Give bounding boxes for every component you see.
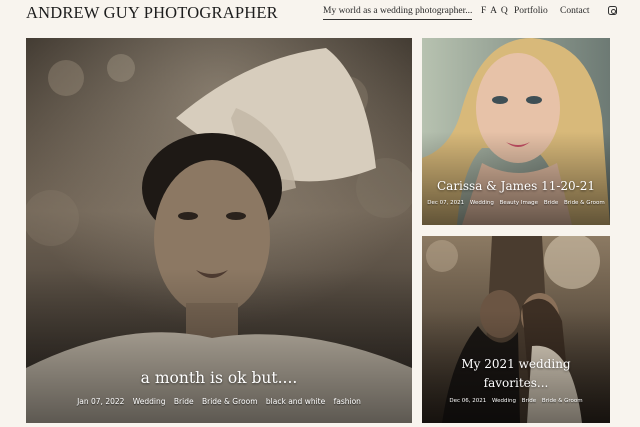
post-meta: Jan 07, 2022 Wedding Bride Bride & Groom…	[26, 397, 412, 406]
site-header: ANDREW GUY PHOTOGRAPHER My world as a we…	[0, 0, 640, 30]
post-tag[interactable]: Bride & Groom	[202, 397, 258, 406]
instagram-icon[interactable]	[608, 6, 617, 15]
post-date: Dec 06, 2021	[449, 398, 487, 404]
post-title[interactable]: a month is ok but....	[26, 369, 412, 387]
site-title[interactable]: ANDREW GUY PHOTOGRAPHER	[26, 3, 278, 23]
post-tag[interactable]: Wedding	[133, 397, 166, 406]
post-tag[interactable]: Bride	[174, 397, 194, 406]
nav-item-contact[interactable]: Contact	[560, 6, 590, 16]
post-photo-bride-portrait	[422, 38, 610, 225]
post-title[interactable]: Carissa & James 11-20-21	[422, 179, 610, 193]
nav-item-portfolio[interactable]: Portfolio	[514, 6, 548, 16]
post-date: Dec 07, 2021	[427, 200, 465, 206]
nav-item-my-world[interactable]: My world as a wedding photographer...	[323, 6, 473, 20]
post-tag[interactable]: fashion	[334, 397, 361, 406]
post-photo-couple-kiss	[422, 236, 610, 423]
post-tag[interactable]: Beauty Image	[500, 200, 538, 206]
nav-item-faq[interactable]: F A Q	[481, 6, 509, 16]
post-card[interactable]: My 2021 wedding favorites... Dec 06, 202…	[422, 236, 610, 423]
post-photo-bride-veil	[26, 38, 412, 423]
post-card-featured[interactable]: a month is ok but.... Jan 07, 2022 Weddi…	[26, 38, 412, 423]
post-meta: Dec 07, 2021 Wedding Beauty Image Bride …	[422, 200, 610, 206]
post-tag[interactable]: Bride & Groom	[542, 398, 583, 404]
post-tag[interactable]: Wedding	[492, 398, 516, 404]
post-tag[interactable]: Bride	[544, 200, 558, 206]
post-card[interactable]: Carissa & James 11-20-21 Dec 07, 2021 We…	[422, 38, 610, 225]
post-tag[interactable]: Bride & Groom	[564, 200, 605, 206]
post-tag[interactable]: black and white	[266, 397, 325, 406]
post-meta: Dec 06, 2021 Wedding Bride Bride & Groom	[422, 398, 610, 404]
post-title[interactable]: My 2021 wedding favorites...	[422, 355, 610, 393]
post-tag[interactable]: Wedding	[470, 200, 494, 206]
post-tag[interactable]: Bride	[522, 398, 536, 404]
post-date: Jan 07, 2022	[77, 397, 125, 406]
